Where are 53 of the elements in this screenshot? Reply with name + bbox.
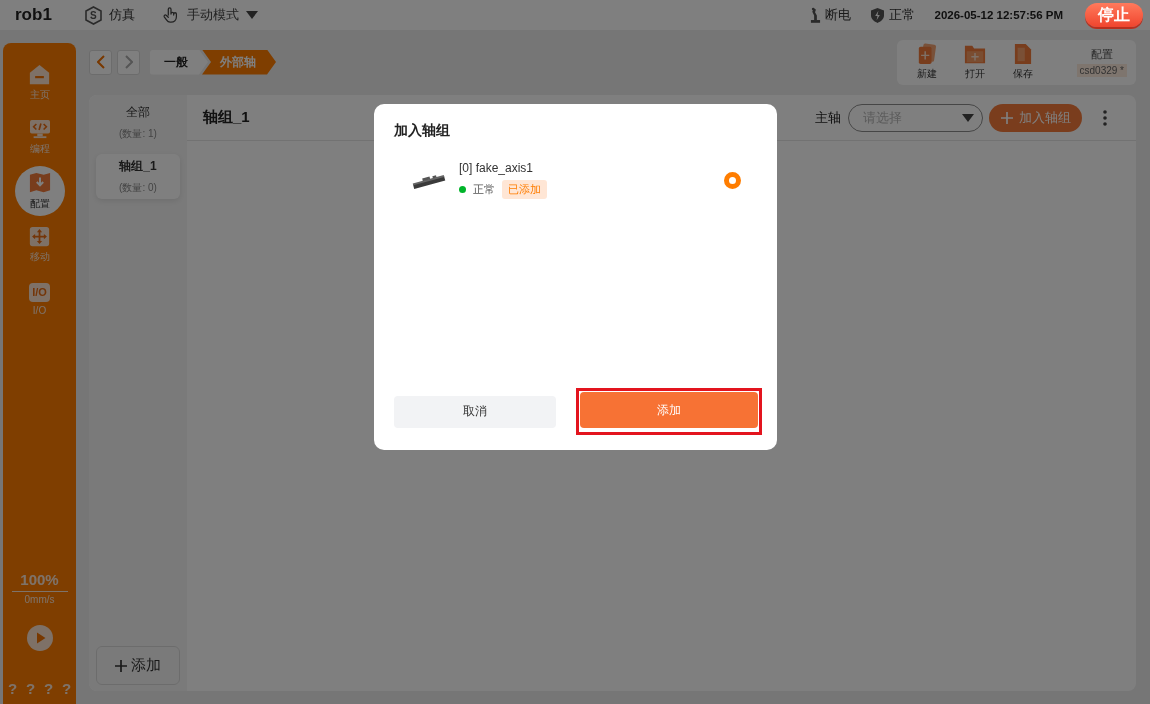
io-badge: I/O xyxy=(29,282,50,302)
map-download-icon xyxy=(27,171,52,194)
chevron-right-icon xyxy=(124,55,133,69)
chevron-left-icon xyxy=(96,55,105,69)
add-button[interactable]: 添加 xyxy=(580,392,758,428)
plus-icon xyxy=(115,659,127,672)
code-monitor-icon xyxy=(28,118,51,139)
axis-name: [0] fake_axis1 xyxy=(459,161,534,175)
toolbar-button[interactable]: 打开 xyxy=(951,43,999,81)
cancel-button[interactable]: 取消 xyxy=(394,395,556,428)
move-arrows-icon xyxy=(29,226,50,247)
speed-value: 0mm/s xyxy=(24,594,55,605)
document-icon xyxy=(1014,43,1032,65)
play-button-icon[interactable] xyxy=(26,625,53,651)
mode-label: 仿真 xyxy=(108,6,135,24)
add-group-button[interactable]: 添加 xyxy=(96,646,180,685)
caret-icon xyxy=(962,113,974,122)
back-button[interactable] xyxy=(89,49,112,75)
nav-item[interactable]: 配置 xyxy=(14,166,65,216)
breadcrumb-tab[interactable]: 一般 xyxy=(150,49,208,75)
plus-icon xyxy=(1000,111,1013,124)
caret-icon xyxy=(245,11,258,19)
home-icon xyxy=(29,64,50,85)
speed-percent: 100% xyxy=(20,571,59,588)
main-axis-label: 主轴 xyxy=(815,108,841,127)
stop-button[interactable]: 停止 xyxy=(1085,3,1143,27)
group-title: 轴组_1 xyxy=(203,108,250,127)
hand-icon xyxy=(161,6,180,24)
axis-status: 正常 xyxy=(473,182,495,197)
new-file-icon xyxy=(917,43,937,65)
status-mark: ? xyxy=(62,680,71,697)
status-mark: ? xyxy=(8,680,17,697)
datetime-text: 2026-05-12 12:57:56 PM xyxy=(934,9,1063,21)
config-name: csd0329 * xyxy=(1076,64,1127,77)
config-label: 配置 xyxy=(1090,47,1113,62)
safety-status: 正常 xyxy=(888,6,915,24)
radio-button[interactable] xyxy=(724,171,741,189)
toolbar-button[interactable]: 保存 xyxy=(999,43,1047,81)
mode-dropdown[interactable]: 手动模式 xyxy=(161,6,258,24)
more-icon[interactable] xyxy=(1103,109,1107,126)
linear-rail-icon xyxy=(412,173,446,191)
power-status: 断电 xyxy=(824,6,851,24)
add-axis-button[interactable]: 加入轴组 xyxy=(989,103,1082,132)
folder-plus-icon xyxy=(964,43,986,65)
hexagon-badge: S xyxy=(84,5,102,25)
status-mark: ? xyxy=(26,680,35,697)
status-mark: ? xyxy=(44,680,53,697)
shield-icon xyxy=(870,7,884,23)
toolbar-button[interactable]: 新建 xyxy=(903,43,951,81)
status-tag: 已添加 xyxy=(502,180,547,199)
robot-arm-icon xyxy=(809,7,821,23)
dialog-title: 加入轴组 xyxy=(394,121,450,140)
app-title: rob1 xyxy=(15,5,52,25)
